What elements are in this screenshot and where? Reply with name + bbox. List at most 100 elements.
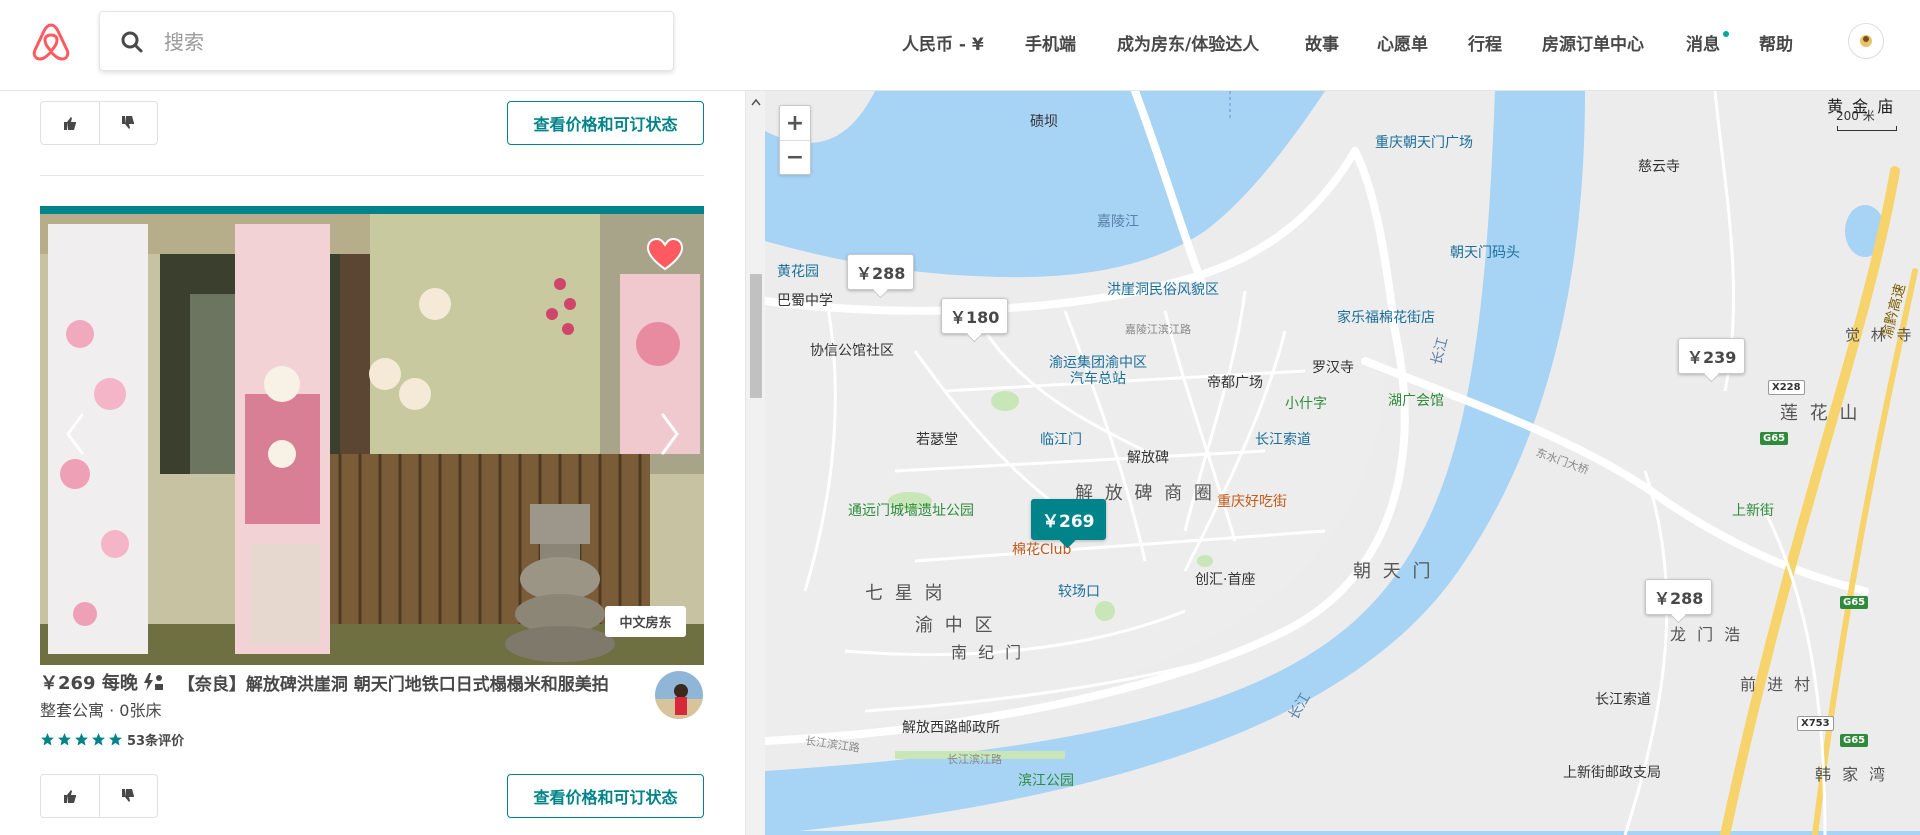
map-price-pin[interactable]: ￥239 xyxy=(1678,338,1746,374)
map-highway-g65-3: G65 xyxy=(1840,734,1869,747)
nav-messages-label: 消息 xyxy=(1686,35,1720,55)
map-label-hanjiawan: 韩 家 湾 xyxy=(1815,765,1889,784)
listing-subtitle: 整套公寓 · 0张床 xyxy=(40,701,162,720)
map-view[interactable]: + − 200 米 嘉陵江 长江 长江 渝 中 区 解 放 碑 商 圈 朝 天 … xyxy=(765,91,1920,835)
map-poi-tongyuanmen[interactable]: 通远门城墙遗址公园 xyxy=(848,500,974,520)
search-icon xyxy=(121,31,143,53)
star-icon xyxy=(75,733,88,746)
unread-dot xyxy=(1723,31,1729,37)
nav-become-host[interactable]: 成为房东/体验达人 xyxy=(1117,30,1259,55)
nav-stories[interactable]: 故事 xyxy=(1305,30,1339,55)
chinese-host-badge: 中文房东 xyxy=(605,606,686,637)
map-poi-shangxinjie-post[interactable]: 上新街邮政支局 xyxy=(1563,762,1661,782)
check-price-button[interactable]: 查看价格和可订状态 xyxy=(507,774,704,818)
review-count: 53条评价 xyxy=(127,734,185,749)
map-poi-jialefu[interactable]: 家乐福棉花街店 xyxy=(1337,307,1435,327)
map-poi-linjiangmen[interactable]: 临江门 xyxy=(1040,429,1082,449)
map-poi-xiexin[interactable]: 协信公馆社区 xyxy=(810,340,894,360)
thumbs-down-icon[interactable] xyxy=(98,102,158,144)
scroll-up-arrow-icon[interactable] xyxy=(750,97,762,107)
chevron-right-icon[interactable] xyxy=(655,409,685,459)
map-highway-g65-1: G65 xyxy=(1760,432,1789,445)
zoom-out-button[interactable]: − xyxy=(780,140,810,174)
map-poi-huanghuayuan[interactable]: 黄花园 xyxy=(777,261,819,281)
map-price-pin[interactable]: ￥288 xyxy=(1645,579,1713,615)
thumbs-up-icon[interactable] xyxy=(41,775,99,817)
nav-wishlist[interactable]: 心愿单 xyxy=(1377,30,1428,55)
map-label-huangjinpo: 黄 金 庙 xyxy=(1827,97,1896,116)
map-poi-haochijie[interactable]: 重庆好吃街 xyxy=(1217,491,1287,511)
zoom-control: + − xyxy=(779,105,811,175)
map-poi-didu[interactable]: 帝都广场 xyxy=(1207,372,1263,392)
listing-photo[interactable] xyxy=(40,214,704,665)
map-poi-yuyun[interactable]: 渝运集团渝中区汽车总站 xyxy=(1048,355,1148,387)
star-icon xyxy=(92,733,105,746)
next-vote-group xyxy=(40,774,158,818)
rating-stars: 53条评价 xyxy=(40,730,184,749)
map-poi-jiefang-west-post[interactable]: 解放西路邮政所 xyxy=(902,717,1000,737)
listing-price-line: ￥269 每晚 【奈良】解放碑洪崖洞 朝天门地铁口日式榻榻米和服美拍 xyxy=(40,669,609,695)
map-price-pin[interactable]: ￥180 xyxy=(941,298,1009,334)
map-poi-chuanghui[interactable]: 创汇·首座 xyxy=(1195,569,1255,589)
instant-book-icon xyxy=(143,673,163,691)
map-label-chaotianmen: 朝 天 门 xyxy=(1353,561,1434,582)
airbnb-logo-icon[interactable] xyxy=(31,21,71,63)
map-price-pin-active[interactable]: ￥269 xyxy=(1031,499,1106,540)
map-label-jialing-river: 嘉陵江 xyxy=(1097,214,1139,230)
map-highway-x228: X228 xyxy=(1768,380,1805,395)
map-highway-x753: X753 xyxy=(1797,716,1834,731)
map-poi-chaotianmen-square[interactable]: 重庆朝天门广场 xyxy=(1375,132,1473,152)
map-road-changjiang-binjiang-2: 长江滨江路 xyxy=(947,753,1002,766)
map-poi-changjiang-cableway[interactable]: 长江索道 xyxy=(1255,429,1311,449)
chevron-left-icon[interactable] xyxy=(60,409,90,459)
listing-scrollbar[interactable] xyxy=(745,91,765,835)
map-highway-g65-2: G65 xyxy=(1840,596,1869,609)
map-poi-changjiang-cableway-2[interactable]: 长江索道 xyxy=(1595,689,1651,709)
map-poi-luohansi[interactable]: 罗汉寺 xyxy=(1312,357,1354,377)
user-avatar-icon[interactable] xyxy=(1848,23,1884,59)
map-poi-bashu-school[interactable]: 巴蜀中学 xyxy=(777,290,833,310)
star-icon xyxy=(58,733,71,746)
host-avatar[interactable] xyxy=(655,671,703,719)
map-poi-ruohuitang[interactable]: 若瑟堂 xyxy=(916,429,958,449)
map-road-jialing-binjiang: 嘉陵江滨江路 xyxy=(1125,323,1191,336)
listing-divider xyxy=(40,175,704,176)
search-box[interactable] xyxy=(99,11,674,71)
check-price-button[interactable]: 查看价格和可订状态 xyxy=(507,101,704,145)
listing-title[interactable]: 【奈良】解放碑洪崖洞 朝天门地铁口日式榻榻米和服美拍 xyxy=(178,670,609,695)
map-poi-hongyadong[interactable]: 洪崖洞民俗风貌区 xyxy=(1107,279,1219,299)
map-poi-xiaoshizi[interactable]: 小什字 xyxy=(1285,393,1327,413)
map-poi-ciyunsi[interactable]: 慈云寺 xyxy=(1638,156,1680,176)
listing-price: ￥269 每晚 xyxy=(40,673,138,694)
prev-vote-group xyxy=(40,101,158,145)
search-input[interactable] xyxy=(164,24,644,60)
map-poi-huguang[interactable]: 湖广会馆 xyxy=(1388,390,1444,410)
thumbs-up-icon[interactable] xyxy=(41,102,99,144)
map-label-qiba: 碛坝 xyxy=(1030,114,1058,130)
favorite-heart-icon[interactable] xyxy=(646,237,684,271)
map-poi-jiefangbei[interactable]: 解放碑 xyxy=(1127,447,1169,467)
map-poi-jiaochangkou[interactable]: 较场口 xyxy=(1058,581,1100,601)
top-header: 人民币 - ¥ 手机端 成为房东/体验达人 故事 心愿单 行程 房源订单中心 消… xyxy=(0,0,1920,91)
map-poi-chaotianmen-wharf[interactable]: 朝天门码头 xyxy=(1450,242,1520,262)
nav-reservations[interactable]: 房源订单中心 xyxy=(1542,30,1644,55)
star-icon xyxy=(41,733,54,746)
map-poi-binjiang-park[interactable]: 滨江公园 xyxy=(1018,770,1074,790)
zoom-in-button[interactable]: + xyxy=(780,106,810,140)
map-scale-bar xyxy=(1837,126,1897,131)
listing-column: 查看价格和可订状态 中文房东 ￥269 每晚 【奈良】解放碑洪崖洞 朝天门地铁口… xyxy=(0,91,745,835)
map-poi-shangxinjie[interactable]: 上新街 xyxy=(1732,500,1774,520)
star-icon xyxy=(109,733,122,746)
map-label-nanjimen: 南 纪 门 xyxy=(951,643,1025,662)
nav-trips[interactable]: 行程 xyxy=(1468,30,1502,55)
nav-messages[interactable]: 消息 xyxy=(1686,30,1729,55)
nav-currency[interactable]: 人民币 - ¥ xyxy=(902,30,984,55)
nav-mobile[interactable]: 手机端 xyxy=(1025,30,1076,55)
map-label-longmenhao: 龙 门 浩 xyxy=(1670,625,1744,644)
map-price-pin[interactable]: ￥288 xyxy=(847,254,915,290)
nav-help[interactable]: 帮助 xyxy=(1759,30,1793,55)
thumbs-down-icon[interactable] xyxy=(98,775,158,817)
map-label-lianhuashan: 莲 花 山 xyxy=(1780,403,1861,424)
scroll-thumb[interactable] xyxy=(750,274,762,398)
highlight-bar xyxy=(40,206,704,214)
